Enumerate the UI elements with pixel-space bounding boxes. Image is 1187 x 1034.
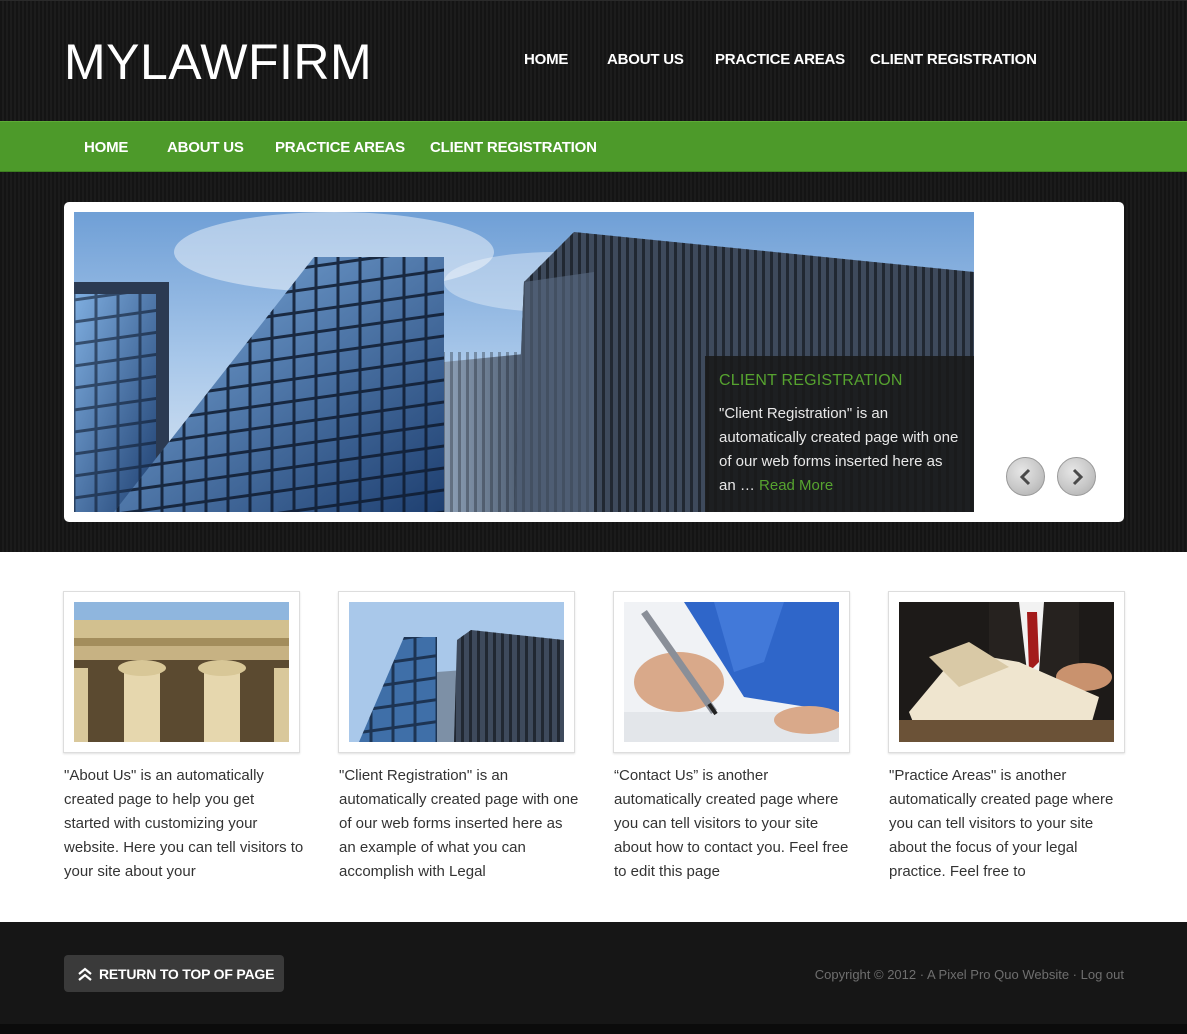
slider-next-button[interactable] [1057, 457, 1096, 496]
site-header: MYLAWFIRM HOME ABOUT US PRACTICE AREAS C… [0, 0, 1187, 121]
top-nav-practice-areas[interactable]: PRACTICE AREAS [715, 51, 845, 68]
main-nav-practice-areas[interactable]: PRACTICE AREAS [275, 139, 405, 156]
chevron-left-icon [1019, 468, 1031, 486]
credit-link[interactable]: A Pixel Pro Quo Website [927, 967, 1069, 982]
slide-caption-body: "Client Registration" is an automaticall… [719, 405, 959, 494]
top-nav-client-registration[interactable]: CLIENT REGISTRATION [870, 51, 1037, 68]
hand-signing-document-image [624, 602, 839, 742]
return-to-top-label: RETURN TO TOP OF PAGE [99, 966, 275, 982]
read-more-link[interactable]: Read More [759, 477, 833, 494]
feature-thumb-practice-areas[interactable] [888, 591, 1125, 753]
double-chevron-up-icon [78, 967, 92, 981]
feature-text-contact-us: “Contact Us” is another automatically cr… [614, 767, 849, 880]
top-nav-home[interactable]: HOME [524, 51, 568, 68]
return-to-top-button[interactable]: RETURN TO TOP OF PAGE [64, 955, 284, 992]
feature-text-about-us: "About Us" is an automatically created p… [64, 767, 304, 880]
slide-caption: CLIENT REGISTRATION "Client Registration… [705, 356, 974, 512]
footer-bottom-strip [0, 1024, 1187, 1034]
feature-text-client-registration: "Client Registration" is an automaticall… [339, 767, 579, 880]
copyright-line: Copyright © 2012 · A Pixel Pro Quo Websi… [815, 967, 1124, 982]
copyright-text: Copyright © 2012 [814, 967, 917, 982]
site-logo[interactable]: MYLAWFIRM [64, 33, 372, 91]
glass-skyscrapers-image [349, 602, 564, 742]
slide-caption-text: "Client Registration" is an automaticall… [719, 402, 960, 498]
slide-caption-title[interactable]: CLIENT REGISTRATION [719, 372, 960, 390]
chevron-right-icon [1072, 468, 1084, 486]
main-nav-about-us[interactable]: ABOUT US [167, 139, 244, 156]
main-nav: HOME ABOUT US PRACTICE AREAS CLIENT REGI… [0, 121, 1187, 172]
main-nav-home[interactable]: HOME [84, 139, 128, 156]
copyright-separator: · [916, 967, 927, 982]
logout-separator: · [1069, 967, 1081, 982]
logout-link[interactable]: Log out [1081, 967, 1124, 982]
courthouse-columns-image [74, 602, 289, 742]
feature-thumb-about-us[interactable] [63, 591, 300, 753]
slider-prev-button[interactable] [1006, 457, 1045, 496]
feature-text-practice-areas: "Practice Areas" is another automaticall… [889, 767, 1114, 880]
main-nav-client-registration[interactable]: CLIENT REGISTRATION [430, 139, 597, 156]
lawyer-reading-book-image [899, 602, 1114, 742]
top-nav-about-us[interactable]: ABOUT US [607, 51, 684, 68]
feature-thumb-client-registration[interactable] [338, 591, 575, 753]
feature-thumb-contact-us[interactable] [613, 591, 850, 753]
